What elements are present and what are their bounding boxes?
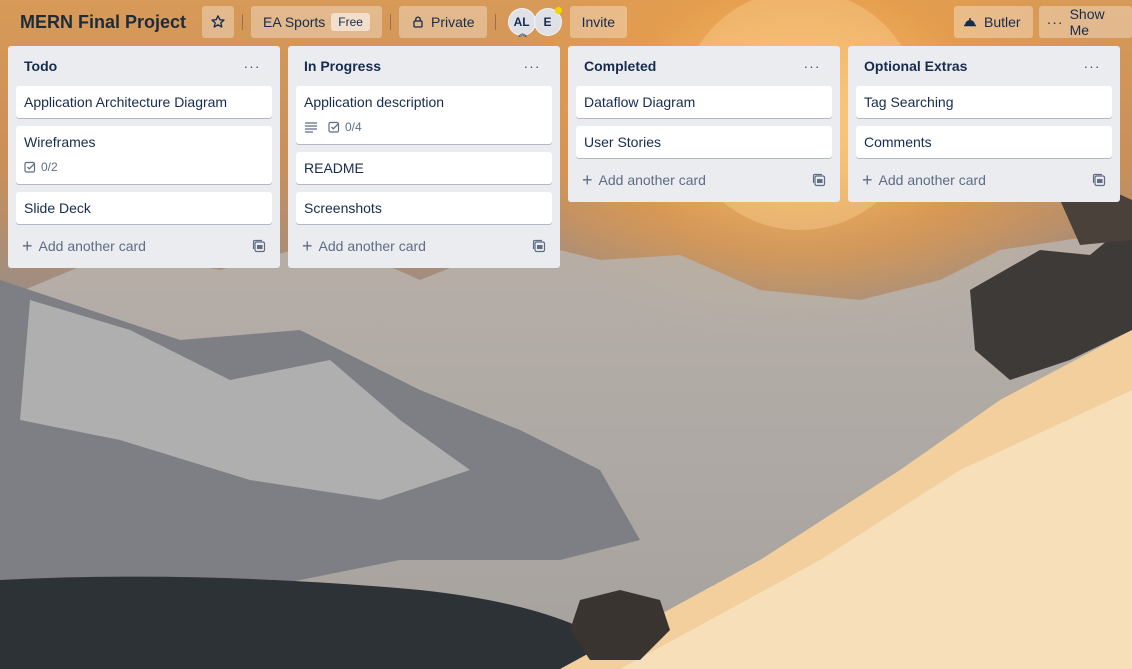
- card-title: Dataflow Diagram: [584, 94, 696, 110]
- add-card-content: + Add another card: [582, 171, 706, 189]
- ellipsis-icon: ···: [1046, 14, 1064, 30]
- avatar[interactable]: E: [533, 7, 562, 36]
- butler-bell-icon: [964, 18, 976, 27]
- board-title[interactable]: MERN Final Project: [12, 6, 194, 38]
- card[interactable]: Slide Deck: [16, 192, 272, 224]
- list-completed: Completed ··· Dataflow Diagram User Stor…: [568, 46, 840, 202]
- checklist-badge: 0/2: [24, 160, 58, 174]
- add-card-content: + Add another card: [302, 237, 426, 255]
- add-card-label: Add another card: [598, 172, 706, 188]
- workspace-plan-badge: Free: [331, 13, 370, 31]
- ellipsis-icon[interactable]: ···: [1080, 58, 1104, 74]
- card-title: Tag Searching: [864, 94, 954, 110]
- list-todo: Todo ··· Application Architecture Diagra…: [8, 46, 280, 268]
- card[interactable]: README: [296, 152, 552, 184]
- header-divider: [242, 14, 244, 30]
- add-card-button[interactable]: + Add another card: [576, 166, 832, 194]
- card-title: Application Architecture Diagram: [24, 94, 228, 110]
- card-template-icon[interactable]: [1092, 173, 1106, 187]
- checklist-count: 0/4: [345, 120, 362, 134]
- avatar-initials: AL: [513, 15, 530, 29]
- card-title: Screenshots: [304, 200, 382, 216]
- add-card-button[interactable]: + Add another card: [856, 166, 1112, 194]
- card[interactable]: Comments: [856, 126, 1112, 158]
- list-title[interactable]: Completed: [584, 58, 656, 74]
- checklist-icon: [24, 161, 36, 173]
- add-card-button[interactable]: + Add another card: [16, 232, 272, 260]
- add-card-label: Add another card: [878, 172, 986, 188]
- list-title[interactable]: In Progress: [304, 58, 381, 74]
- visibility-button[interactable]: Private: [398, 6, 487, 38]
- list-header: Todo ···: [16, 46, 272, 86]
- workspace-button[interactable]: EA Sports Free: [251, 6, 382, 38]
- list-header: Completed ···: [576, 46, 832, 86]
- header-right-controls: Butler ··· Show Me: [954, 6, 1132, 38]
- card[interactable]: Application description 0/4: [296, 86, 552, 144]
- checklist-icon: [328, 121, 340, 133]
- card[interactable]: Screenshots: [296, 192, 552, 224]
- plus-icon: +: [862, 170, 873, 190]
- workspace-name: EA Sports: [263, 14, 326, 30]
- card-title: README: [304, 160, 364, 176]
- header-divider: [389, 14, 391, 30]
- add-card-content: + Add another card: [22, 237, 146, 255]
- butler-button[interactable]: Butler: [954, 6, 1033, 38]
- list-header: Optional Extras ···: [856, 46, 1112, 86]
- card-title: Application description: [304, 94, 445, 110]
- admin-chevron-icon: ︽: [518, 29, 527, 38]
- card[interactable]: Tag Searching: [856, 86, 1112, 118]
- checklist-badge: 0/4: [328, 120, 362, 134]
- list-optional-extras: Optional Extras ··· Tag Searching Commen…: [848, 46, 1120, 202]
- card-template-icon[interactable]: [812, 173, 826, 187]
- show-menu-button[interactable]: ··· Show Me: [1038, 6, 1132, 38]
- card-title: User Stories: [584, 134, 662, 150]
- card-title: Comments: [864, 134, 932, 150]
- plus-icon: +: [22, 236, 33, 256]
- card[interactable]: Application Architecture Diagram: [16, 86, 272, 118]
- card-template-icon[interactable]: [532, 239, 546, 253]
- lock-icon: [413, 16, 423, 28]
- plus-icon: +: [302, 236, 313, 256]
- invite-button[interactable]: Invite: [569, 6, 628, 38]
- list-title[interactable]: Todo: [24, 58, 57, 74]
- show-menu-label: Show Me: [1069, 6, 1105, 38]
- avatar-initials: E: [543, 15, 552, 29]
- add-card-content: + Add another card: [862, 171, 986, 189]
- ellipsis-icon[interactable]: ···: [520, 58, 544, 74]
- header-divider: [494, 14, 496, 30]
- card-title: Slide Deck: [24, 200, 91, 216]
- card[interactable]: User Stories: [576, 126, 832, 158]
- add-card-button[interactable]: + Add another card: [296, 232, 552, 260]
- list-header: In Progress ···: [296, 46, 552, 86]
- description-lines-icon: [305, 122, 317, 133]
- checklist-count: 0/2: [41, 160, 58, 174]
- board-members: AL ︽ E: [507, 7, 562, 38]
- star-icon: [211, 15, 225, 28]
- card-badges: 0/2: [24, 157, 264, 177]
- avatar[interactable]: AL ︽: [507, 8, 536, 38]
- card-title: Wireframes: [24, 134, 96, 150]
- ellipsis-icon[interactable]: ···: [240, 58, 264, 74]
- visibility-label: Private: [430, 14, 475, 30]
- list-in-progress: In Progress ··· Application description …: [288, 46, 560, 268]
- plus-icon: +: [582, 170, 593, 190]
- star-board-button[interactable]: [202, 6, 235, 38]
- card-template-icon[interactable]: [252, 239, 266, 253]
- add-card-label: Add another card: [318, 238, 426, 254]
- card-badges: 0/4: [304, 117, 544, 137]
- card[interactable]: Dataflow Diagram: [576, 86, 832, 118]
- add-card-label: Add another card: [38, 238, 146, 254]
- butler-label: Butler: [984, 14, 1021, 30]
- new-member-dot-icon: [554, 7, 562, 14]
- board-header: MERN Final Project EA Sports Free Privat…: [0, 0, 1132, 44]
- list-title[interactable]: Optional Extras: [864, 58, 967, 74]
- card[interactable]: Wireframes 0/2: [16, 126, 272, 184]
- ellipsis-icon[interactable]: ···: [800, 58, 824, 74]
